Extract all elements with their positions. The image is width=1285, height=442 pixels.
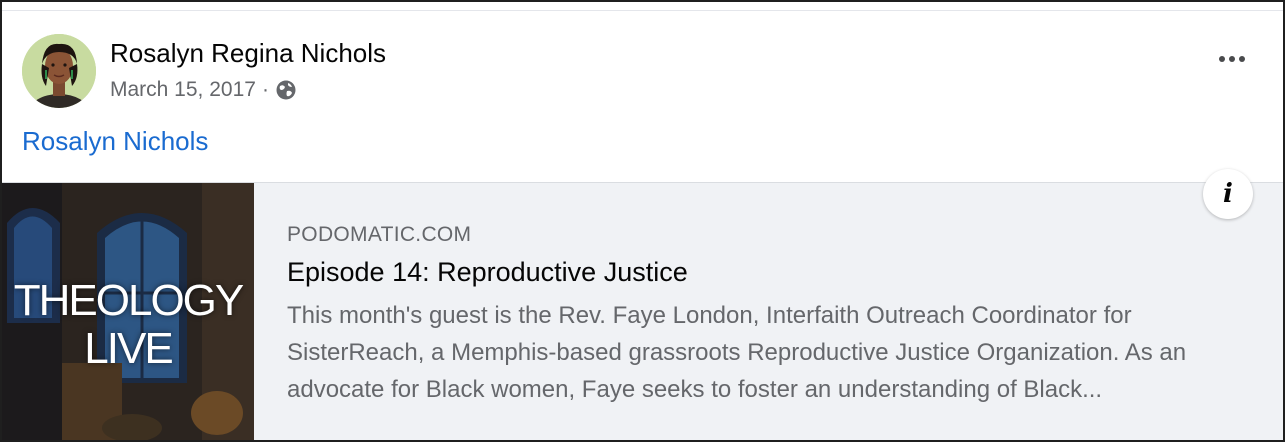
- link-preview-card[interactable]: THEOLOGY LIVE i PODOMATIC.COM Episode 14…: [2, 169, 1283, 440]
- link-thumbnail[interactable]: THEOLOGY LIVE: [2, 183, 254, 440]
- top-divider: [2, 10, 1283, 11]
- thumbnail-caption: THEOLOGY LIVE: [2, 277, 254, 373]
- dot: [1229, 56, 1235, 62]
- post-text-link[interactable]: Rosalyn Nichols: [22, 126, 208, 157]
- link-description: This month's guest is the Rev. Faye Lond…: [287, 302, 1187, 403]
- avatar-image: [22, 34, 96, 108]
- author-name[interactable]: Rosalyn Regina Nichols: [110, 38, 386, 69]
- link-domain: PODOMATIC.COM: [287, 223, 472, 246]
- info-icon[interactable]: i: [1203, 169, 1253, 219]
- meta-separator: ·: [261, 78, 269, 101]
- dot: [1239, 56, 1245, 62]
- dot: [1219, 56, 1225, 62]
- post-date[interactable]: March 15, 2017: [110, 78, 256, 102]
- avatar[interactable]: [22, 34, 96, 108]
- link-title[interactable]: Episode 14: Reproductive Justice: [287, 257, 688, 288]
- post-container: Rosalyn Regina Nichols March 15, 2017 · …: [0, 0, 1285, 442]
- post-meta: March 15, 2017 ·: [110, 78, 297, 102]
- more-options-icon[interactable]: [1219, 56, 1245, 62]
- globe-icon[interactable]: [275, 79, 297, 101]
- thumbnail-caption-line1: THEOLOGY: [13, 276, 245, 325]
- thumbnail-caption-line2: LIVE: [84, 324, 173, 373]
